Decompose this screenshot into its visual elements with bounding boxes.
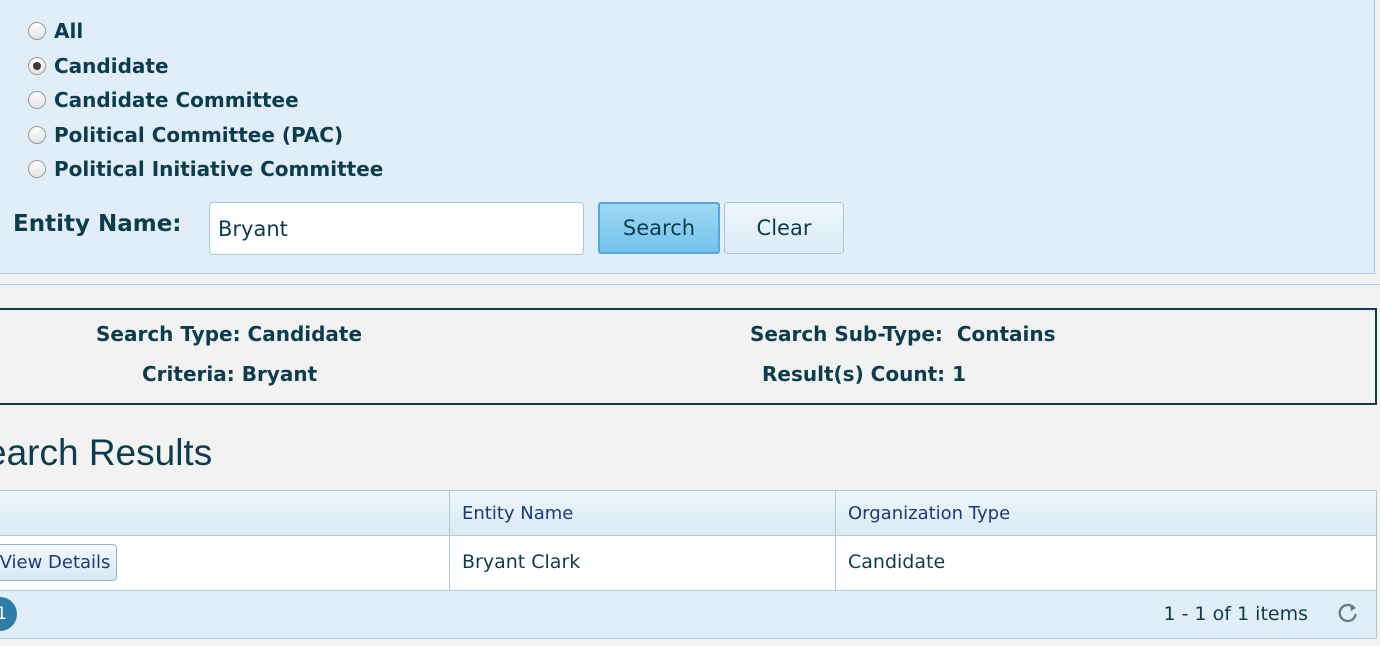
search-type-text: Search Type: Candidate	[96, 322, 363, 346]
entity-name-input[interactable]	[209, 202, 584, 255]
radio-all[interactable]	[28, 22, 46, 40]
radio-candidate-committee[interactable]	[28, 91, 46, 109]
search-summary: Search Type: Candidate Search Sub-Type: …	[0, 308, 1377, 405]
grid-header: Entity Name Organization Type	[0, 491, 1376, 536]
search-button[interactable]: Search	[598, 202, 720, 254]
divider	[0, 284, 1380, 285]
column-separator	[835, 491, 836, 590]
radio-label-candidate-committee: Candidate Committee	[54, 88, 299, 112]
entity-name-label: Entity Name:	[13, 211, 182, 237]
pager-info: 1 - 1 of 1 items	[1163, 603, 1308, 625]
results-grid: Entity Name Organization Type View Detai…	[0, 490, 1377, 639]
radio-option-candidate[interactable]: Candidate	[28, 54, 169, 78]
search-sub-type-text: Search Sub-Type: Contains	[750, 322, 1056, 346]
radio-option-all[interactable]: All	[28, 19, 83, 43]
column-header-entity-name[interactable]: Entity Name	[462, 503, 573, 524]
radio-pac[interactable]	[28, 126, 46, 144]
results-count-text: Result(s) Count: 1	[762, 362, 967, 386]
clear-button[interactable]: Clear	[724, 202, 844, 254]
column-header-organization-type[interactable]: Organization Type	[848, 503, 1010, 524]
radio-option-pac[interactable]: Political Committee (PAC)	[28, 123, 343, 147]
radio-option-political-initiative-committee[interactable]: Political Initiative Committee	[28, 157, 383, 181]
refresh-icon[interactable]	[1336, 601, 1360, 625]
radio-label-candidate: Candidate	[54, 54, 169, 78]
cell-organization-type: Candidate	[848, 551, 946, 573]
search-panel: All Candidate Candidate Committee Politi…	[0, 0, 1375, 274]
column-separator	[449, 491, 450, 590]
radio-option-candidate-committee[interactable]: Candidate Committee	[28, 88, 299, 112]
radio-label-political-initiative-committee: Political Initiative Committee	[54, 157, 384, 181]
view-details-button[interactable]: View Details	[0, 544, 117, 581]
page-number-button[interactable]: 1	[0, 597, 17, 631]
grid-pager: 1 1 - 1 of 1 items	[0, 590, 1376, 638]
criteria-text: Criteria: Bryant	[142, 362, 318, 386]
radio-label-pac: Political Committee (PAC)	[54, 123, 344, 147]
page: All Candidate Candidate Committee Politi…	[0, 0, 1380, 646]
radio-political-initiative-committee[interactable]	[28, 160, 46, 178]
cell-entity-name: Bryant Clark	[462, 551, 581, 573]
radio-candidate[interactable]	[28, 57, 46, 75]
radio-label-all: All	[54, 19, 84, 43]
results-title: earch Results	[0, 432, 213, 473]
